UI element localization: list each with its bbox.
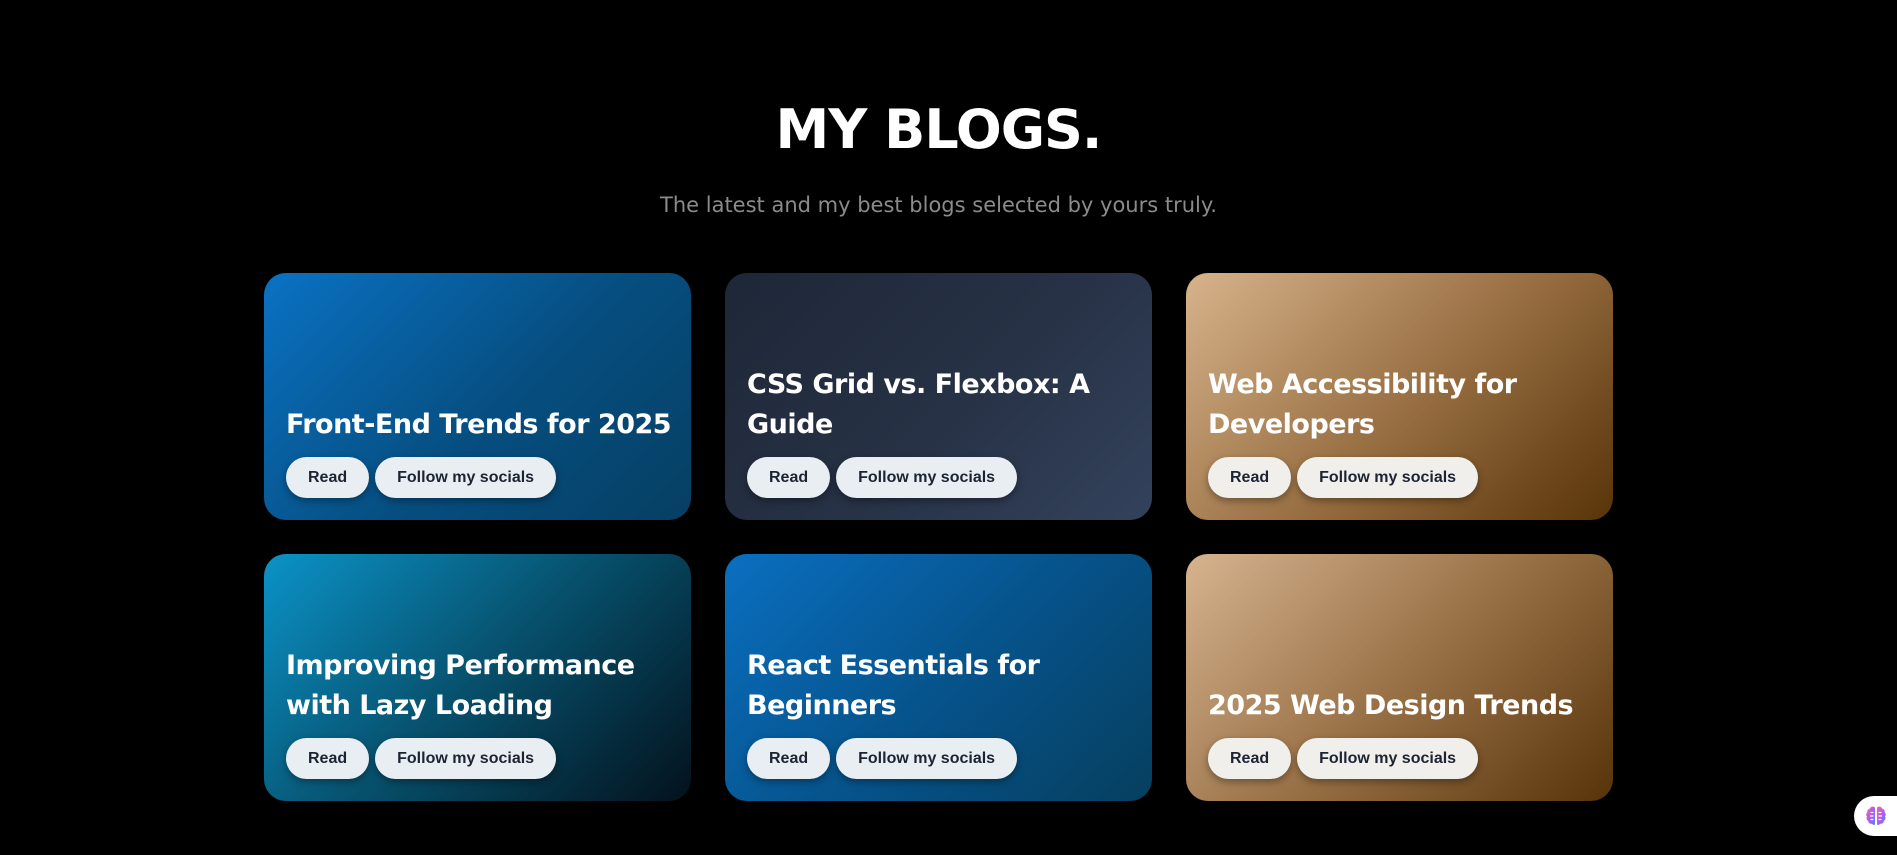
blog-card[interactable]: Improving Performance with Lazy Loading …	[264, 554, 691, 801]
read-button[interactable]: Read	[1208, 457, 1292, 498]
blog-card-actions: Read Follow my socials	[1208, 738, 1603, 779]
blog-card[interactable]: CSS Grid vs. Flexbox: A Guide Read Follo…	[725, 273, 1152, 520]
blog-card-actions: Read Follow my socials	[747, 457, 1142, 498]
page-subtitle: The latest and my best blogs selected by…	[660, 193, 1217, 217]
blog-card-content: React Essentials for Beginners Read Foll…	[747, 646, 1142, 779]
blog-card-actions: Read Follow my socials	[286, 457, 681, 498]
blog-card-content: Front-End Trends for 2025 Read Follow my…	[286, 405, 681, 498]
blog-card-actions: Read Follow my socials	[747, 738, 1142, 779]
read-button[interactable]: Read	[286, 457, 370, 498]
brain-icon	[1866, 806, 1886, 825]
read-button[interactable]: Read	[1208, 738, 1292, 779]
blog-card-title: React Essentials for Beginners	[747, 650, 1040, 721]
blog-card-title: Web Accessibility for Developers	[1208, 369, 1517, 440]
blog-card-title: CSS Grid vs. Flexbox: A Guide	[747, 369, 1090, 440]
blog-card[interactable]: 2025 Web Design Trends Read Follow my so…	[1186, 554, 1613, 801]
blog-card-actions: Read Follow my socials	[1208, 457, 1603, 498]
blog-card[interactable]: React Essentials for Beginners Read Foll…	[725, 554, 1152, 801]
follow-socials-button[interactable]: Follow my socials	[1297, 457, 1479, 498]
read-button[interactable]: Read	[286, 738, 370, 779]
blogs-page: MY BLOGS. The latest and my best blogs s…	[0, 0, 1897, 855]
follow-socials-button[interactable]: Follow my socials	[836, 457, 1018, 498]
read-button[interactable]: Read	[747, 457, 831, 498]
blog-card-title: Front-End Trends for 2025	[286, 409, 672, 440]
blog-card-content: 2025 Web Design Trends Read Follow my so…	[1208, 686, 1603, 779]
blog-card-actions: Read Follow my socials	[286, 738, 681, 779]
follow-socials-button[interactable]: Follow my socials	[1297, 738, 1479, 779]
blog-card-title: 2025 Web Design Trends	[1208, 690, 1574, 721]
page-title: MY BLOGS.	[775, 98, 1103, 161]
blog-card-grid: Front-End Trends for 2025 Read Follow my…	[264, 273, 1613, 801]
blog-card-content: Improving Performance with Lazy Loading …	[286, 646, 681, 779]
follow-socials-button[interactable]: Follow my socials	[375, 457, 557, 498]
blog-card[interactable]: Front-End Trends for 2025 Read Follow my…	[264, 273, 691, 520]
follow-socials-button[interactable]: Follow my socials	[375, 738, 557, 779]
blog-card[interactable]: Web Accessibility for Developers Read Fo…	[1186, 273, 1613, 520]
blog-card-title: Improving Performance with Lazy Loading	[286, 650, 635, 721]
blog-card-content: Web Accessibility for Developers Read Fo…	[1208, 365, 1603, 498]
assistant-widget-button[interactable]	[1854, 796, 1897, 836]
read-button[interactable]: Read	[747, 738, 831, 779]
follow-socials-button[interactable]: Follow my socials	[836, 738, 1018, 779]
blog-card-content: CSS Grid vs. Flexbox: A Guide Read Follo…	[747, 365, 1142, 498]
